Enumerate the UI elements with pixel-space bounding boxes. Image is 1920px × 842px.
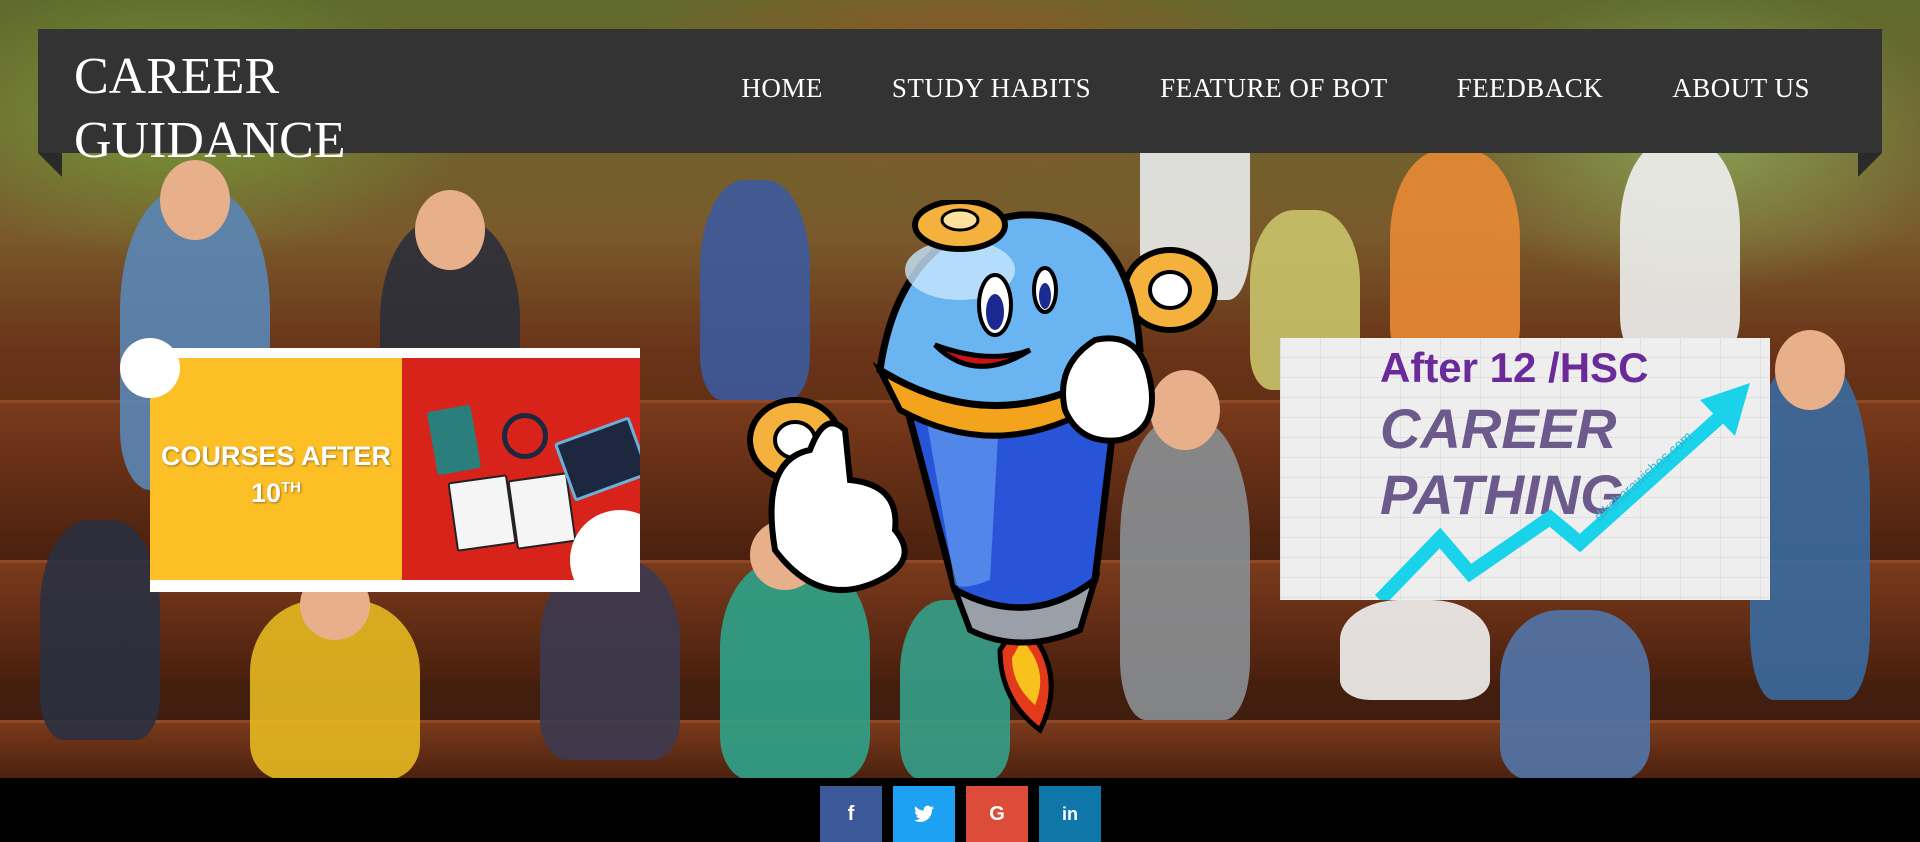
logo-line-2: GUIDANCE [74, 112, 346, 169]
notebook-icon [507, 472, 577, 550]
nav-feature-of-bot[interactable]: FEATURE OF BOT [1160, 73, 1388, 104]
figurine [1620, 140, 1740, 360]
figurine-head [1775, 330, 1845, 410]
title-superscript: TH [281, 479, 302, 496]
figurine [1500, 610, 1650, 778]
headphones-icon [502, 413, 548, 459]
notebook-icon [447, 474, 517, 552]
career-pathing-card[interactable]: After 12 /HSC CAREER PATHING diksharawis… [1280, 338, 1770, 600]
growth-arrow-icon [1374, 383, 1750, 600]
figurine [1390, 150, 1520, 370]
figurine [40, 520, 160, 740]
site-logo[interactable]: CAREER GUIDANCE [74, 45, 346, 173]
facebook-icon[interactable]: f [820, 786, 882, 842]
main-nav: HOME STUDY HABITS FEATURE OF BOT FEEDBAC… [741, 73, 1882, 104]
bot-mascot-image [747, 200, 1218, 734]
title-number: 10 [250, 478, 282, 508]
nav-study-habits[interactable]: STUDY HABITS [892, 73, 1091, 104]
nav-home[interactable]: HOME [741, 73, 823, 104]
nav-feedback[interactable]: FEEDBACK [1457, 73, 1604, 104]
book-icon [426, 404, 482, 476]
social-links: f G in [820, 786, 1112, 842]
site-header: CAREER GUIDANCE HOME STUDY HABITS FEATUR… [38, 29, 1882, 177]
card-corner-decoration [120, 338, 180, 398]
courses-after-10th-card[interactable]: COURSES AFTER 10TH [120, 338, 640, 592]
card-corner-decoration [570, 510, 640, 580]
logo-line-1: CAREER [74, 48, 280, 105]
figurine-head [415, 190, 485, 270]
twitter-icon[interactable] [893, 786, 955, 842]
figurine [1340, 600, 1490, 700]
nav-about-us[interactable]: ABOUT US [1672, 73, 1810, 104]
twitter-bird-icon [914, 805, 934, 822]
linkedin-icon[interactable]: in [1039, 786, 1101, 842]
title-text: COURSES AFTER [160, 441, 391, 471]
google-icon[interactable]: G [966, 786, 1028, 842]
courses-after-10th-title: COURSES AFTER 10TH [150, 440, 402, 509]
card-red-panel [402, 358, 640, 580]
